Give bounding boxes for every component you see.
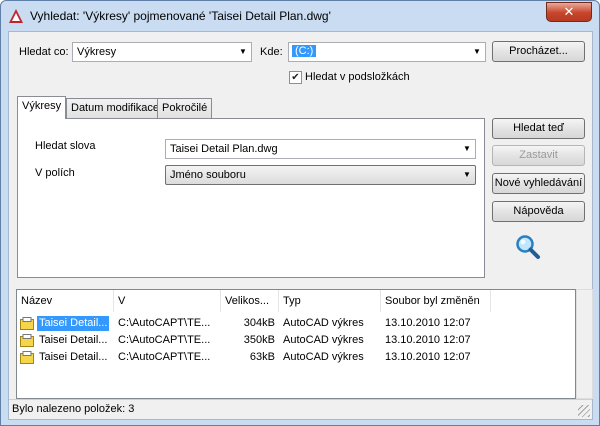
cell-modified: 13.10.2010 12:07 xyxy=(385,317,471,329)
window-title: Vyhledat: 'Výkresy' pojmenované 'Taisei … xyxy=(30,9,331,23)
tab-drawings[interactable]: Výkresy xyxy=(17,96,67,119)
table-row[interactable]: Taisei Detail... C:\AutoCAPT\TE... 350kB… xyxy=(17,333,577,349)
tab-label: Datum modifikace xyxy=(71,102,160,114)
in-fields-select[interactable]: Jméno souboru ▼ xyxy=(165,165,476,185)
cell-type: AutoCAD výkres xyxy=(283,351,364,363)
tab-advanced[interactable]: Pokročilé xyxy=(157,98,213,118)
where-select[interactable]: (C:) ▼ xyxy=(288,42,486,62)
cell-folder: C:\AutoCAPT\TE... xyxy=(118,351,211,363)
results-list[interactable]: Název V Velikos... Typ Soubor byl změněn… xyxy=(16,289,576,399)
where-label: Kde: xyxy=(260,46,283,58)
in-fields-value: Jméno souboru xyxy=(170,169,246,181)
results-scrollbar[interactable] xyxy=(576,289,593,399)
where-value: (C:) xyxy=(292,45,317,57)
cell-size: 304kB xyxy=(243,317,275,329)
column-header-name[interactable]: Název xyxy=(17,290,114,312)
in-fields-label: V polích xyxy=(35,167,75,179)
dwg-file-icon xyxy=(20,351,34,364)
stop-button[interactable]: Zastavit xyxy=(492,145,585,166)
title-bar[interactable]: Vyhledat: 'Výkresy' pojmenované 'Taisei … xyxy=(1,1,599,31)
status-text: Bylo nalezeno položek: 3 xyxy=(12,403,135,415)
subfolders-label: Hledat v podsložkách xyxy=(305,71,410,83)
column-header-type[interactable]: Typ xyxy=(279,290,381,312)
new-search-label: Nové vyhledávání xyxy=(494,177,583,189)
cell-folder: C:\AutoCAPT\TE... xyxy=(118,317,211,329)
find-dialog-window: Vyhledat: 'Výkresy' pojmenované 'Taisei … xyxy=(0,0,600,426)
tab-panel-drawings: Hledat slova Taisei Detail Plan.dwg ▼ V … xyxy=(17,118,485,278)
resize-grip[interactable] xyxy=(578,405,590,417)
find-now-button[interactable]: Hledat teď xyxy=(492,118,585,139)
cell-size: 350kB xyxy=(243,334,275,346)
status-bar: Bylo nalezeno položek: 3 xyxy=(9,399,592,419)
cell-modified: 13.10.2010 12:07 xyxy=(385,351,471,363)
look-for-select[interactable]: Výkresy ▼ xyxy=(72,42,252,62)
close-button[interactable]: ✕ xyxy=(546,2,592,22)
dwg-file-icon xyxy=(20,317,34,330)
cell-name: Taisei Detail... xyxy=(37,316,110,331)
cell-modified: 13.10.2010 12:07 xyxy=(385,334,471,346)
help-label: Nápověda xyxy=(513,205,564,217)
chevron-down-icon: ▼ xyxy=(239,47,247,56)
search-words-value: Taisei Detail Plan.dwg xyxy=(170,143,278,155)
cell-name: Taisei Detail... xyxy=(39,334,108,346)
table-row[interactable]: Taisei Detail... C:\AutoCAPT\TE... 63kB … xyxy=(17,350,577,366)
browse-button[interactable]: Procházet... xyxy=(492,41,585,62)
look-for-label: Hledat co: xyxy=(19,46,69,58)
table-row[interactable]: Taisei Detail... C:\AutoCAPT\TE... 304kB… xyxy=(17,316,577,332)
tab-date-modified[interactable]: Datum modifikace xyxy=(66,98,165,118)
magnifier-icon xyxy=(516,235,540,259)
column-header-folder[interactable]: V xyxy=(114,290,221,312)
column-header-size[interactable]: Velikos... xyxy=(221,290,279,312)
dwg-file-icon xyxy=(20,334,34,347)
cell-name: Taisei Detail... xyxy=(39,351,108,363)
new-search-button[interactable]: Nové vyhledávání xyxy=(492,173,585,194)
cell-type: AutoCAD výkres xyxy=(283,334,364,346)
look-for-value: Výkresy xyxy=(77,46,117,58)
cell-type: AutoCAD výkres xyxy=(283,317,364,329)
find-now-label: Hledat teď xyxy=(513,122,564,134)
chevron-down-icon: ▼ xyxy=(473,47,481,56)
tab-label: Pokročilé xyxy=(162,102,208,114)
tab-label: Výkresy xyxy=(22,100,62,112)
search-words-input[interactable]: Taisei Detail Plan.dwg ▼ xyxy=(165,139,476,159)
help-button[interactable]: Nápověda xyxy=(492,201,585,222)
stop-label: Zastavit xyxy=(519,149,558,161)
chevron-down-icon: ▼ xyxy=(463,144,471,153)
column-header-modified[interactable]: Soubor byl změněn xyxy=(381,290,491,312)
chevron-down-icon: ▼ xyxy=(463,170,471,179)
cell-size: 63kB xyxy=(249,351,275,363)
browse-button-label: Procházet... xyxy=(509,45,568,57)
subfolders-checkbox[interactable]: ✔ xyxy=(289,71,302,84)
dialog-body: Hledat co: Výkresy ▼ Kde: (C:) ▼ Procház… xyxy=(8,31,593,420)
cell-folder: C:\AutoCAPT\TE... xyxy=(118,334,211,346)
search-words-label: Hledat slova xyxy=(35,140,96,152)
autocad-icon xyxy=(9,9,23,23)
close-icon: ✕ xyxy=(563,4,575,19)
